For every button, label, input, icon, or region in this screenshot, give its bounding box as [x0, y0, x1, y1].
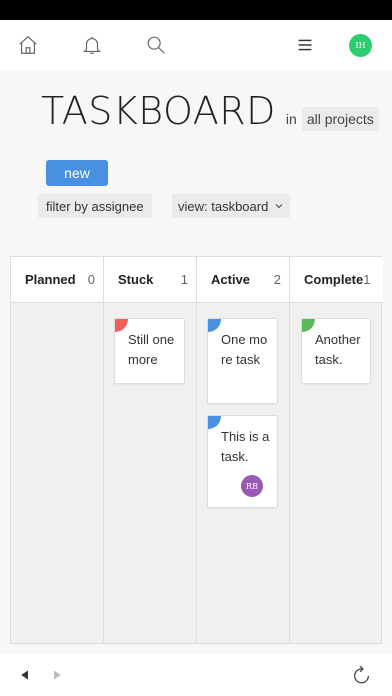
column-complete: Complete 1 Another task. [290, 257, 383, 643]
bottom-toolbar [0, 654, 392, 696]
task-title: Another task. [315, 332, 361, 367]
column-count: 0 [87, 272, 95, 287]
column-active: Active 2 One more task This is a task. R… [197, 257, 290, 643]
column-header: Active 2 [197, 257, 289, 303]
status-bar [0, 0, 392, 20]
view-select-label: view: taskboard [178, 198, 269, 214]
taskboard: Planned 0 Stuck 1 Still one more Active … [10, 256, 383, 644]
status-marker [115, 319, 128, 332]
filter-by-assignee-button[interactable]: filter by assignee [38, 194, 152, 218]
column-planned: Planned 0 [11, 257, 104, 643]
chevron-down-icon [275, 204, 283, 209]
column-name: Planned [25, 272, 76, 287]
status-marker [302, 319, 315, 332]
column-stuck: Stuck 1 Still one more [104, 257, 197, 643]
column-header: Complete 1 [290, 257, 383, 303]
title-row: TASKBOARD in all projects [41, 89, 379, 133]
top-nav: IH [0, 20, 392, 70]
home-icon[interactable] [16, 33, 40, 57]
column-name: Stuck [118, 272, 154, 287]
task-card[interactable]: Still one more [114, 318, 185, 384]
back-arrow-icon[interactable] [17, 667, 33, 683]
column-header: Stuck 1 [104, 257, 196, 303]
assignee-avatar[interactable]: RB [241, 475, 263, 497]
search-icon[interactable] [144, 33, 168, 57]
task-card[interactable]: Another task. [301, 318, 371, 384]
menu-icon[interactable] [293, 33, 317, 57]
project-select[interactable]: all projects [301, 107, 379, 131]
page-title: TASKBOARD [41, 89, 276, 133]
in-label: in [285, 111, 297, 127]
column-name: Complete [304, 272, 364, 287]
status-marker [208, 319, 221, 332]
bell-icon[interactable] [80, 33, 104, 57]
forward-arrow-icon[interactable] [49, 667, 65, 683]
column-count: 1 [180, 272, 188, 287]
task-card[interactable]: This is a task. RB [207, 415, 278, 508]
user-avatar[interactable]: IH [349, 34, 372, 57]
column-name: Active [211, 272, 251, 287]
new-task-button[interactable]: new [46, 160, 108, 186]
column-header: Planned 0 [11, 257, 103, 303]
status-marker [208, 416, 221, 429]
column-count: 1 [363, 272, 371, 287]
task-title: One more task [221, 332, 268, 367]
task-card[interactable]: One more task [207, 318, 278, 404]
column-count: 2 [273, 272, 281, 287]
task-title: This is a task. [221, 429, 270, 464]
view-select[interactable]: view: taskboard [172, 194, 291, 218]
task-title: Still one more [128, 332, 175, 367]
refresh-icon[interactable] [350, 662, 374, 688]
